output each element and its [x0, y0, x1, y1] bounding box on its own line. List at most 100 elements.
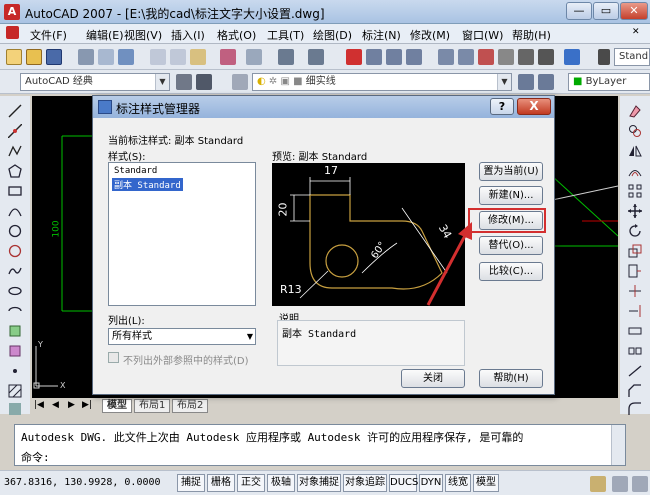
workspace-save-icon[interactable] [196, 74, 212, 90]
make-block-icon[interactable] [8, 344, 22, 358]
sheet-set-icon[interactable] [498, 49, 514, 65]
tab-nav-next-icon[interactable]: ▶ [68, 400, 75, 410]
tab-layout2[interactable]: 布局2 [172, 399, 209, 413]
plot-preview-icon[interactable] [98, 49, 114, 65]
status-dyn-button[interactable]: DYN [419, 474, 443, 492]
status-polar-button[interactable]: 极轴 [267, 474, 295, 492]
status-osnap-button[interactable]: 对象捕捉 [297, 474, 341, 492]
zoom-window-icon[interactable] [386, 49, 402, 65]
pan-icon[interactable] [346, 49, 362, 65]
ellipse-arc-icon[interactable] [8, 304, 22, 318]
rectangle-icon[interactable] [8, 184, 22, 198]
design-center-icon[interactable] [458, 49, 474, 65]
copy-icon[interactable] [170, 49, 186, 65]
menu-dimension[interactable]: 标注(N) [362, 27, 401, 43]
polyline-icon[interactable] [8, 144, 22, 158]
status-model-button[interactable]: 模型 [473, 474, 499, 492]
command-window[interactable]: Autodesk DWG. 此文件上次由 Autodesk 应用程序或 Auto… [14, 424, 626, 466]
close-button[interactable]: 关闭 [401, 369, 465, 388]
text-style-icon[interactable] [598, 49, 610, 65]
join-icon[interactable] [628, 364, 642, 378]
markup-icon[interactable] [518, 49, 534, 65]
status-lineweight-button[interactable]: 线宽 [445, 474, 471, 492]
open-folder-icon[interactable] [26, 49, 42, 65]
document-icon[interactable] [6, 26, 19, 39]
override-style-button[interactable]: 替代(O)... [479, 236, 543, 255]
break-at-point-icon[interactable] [628, 324, 642, 338]
status-grid-button[interactable]: 栅格 [207, 474, 235, 492]
fillet-icon[interactable] [628, 402, 642, 416]
command-prompt[interactable]: 命令: [21, 449, 50, 465]
scale-icon[interactable] [628, 244, 642, 258]
tab-nav-prev-icon[interactable]: ◀ [52, 400, 59, 410]
status-ortho-button[interactable]: 正交 [237, 474, 265, 492]
modify-style-button[interactable]: 修改(M)... [479, 211, 543, 230]
polygon-icon[interactable] [8, 164, 22, 178]
line-icon[interactable] [8, 104, 22, 118]
style-list-item-copy-standard[interactable]: 副本 Standard [112, 178, 183, 191]
layer-manager-icon[interactable] [232, 74, 248, 90]
trim-icon[interactable] [628, 284, 642, 298]
properties-icon[interactable] [438, 49, 454, 65]
publish-icon[interactable] [118, 49, 134, 65]
menu-edit[interactable]: 编辑(E) [86, 27, 124, 43]
workspace-combo[interactable]: AutoCAD 经典 ▼ [20, 73, 170, 91]
block-editor-icon[interactable] [246, 49, 262, 65]
color-combo[interactable]: ■ ByLayer [568, 73, 650, 91]
menu-modify[interactable]: 修改(M) [410, 27, 450, 43]
menu-view[interactable]: 视图(V) [124, 27, 162, 43]
zoom-previous-icon[interactable] [406, 49, 422, 65]
break-icon[interactable] [628, 344, 642, 358]
compare-style-button[interactable]: 比较(C)... [479, 262, 543, 281]
circle-icon[interactable] [8, 224, 22, 238]
arc-icon[interactable] [8, 204, 22, 218]
xref-checkbox[interactable] [108, 352, 119, 363]
menu-format[interactable]: 格式(O) [217, 27, 256, 43]
menu-file[interactable]: 文件(F) [30, 27, 67, 43]
paste-icon[interactable] [190, 49, 206, 65]
tab-model[interactable]: 模型 [102, 399, 132, 413]
help-icon[interactable] [564, 49, 580, 65]
status-otrack-button[interactable]: 对象追踪 [343, 474, 387, 492]
tab-layout1[interactable]: 布局1 [134, 399, 171, 413]
lock-toolbar-icon[interactable] [612, 476, 628, 492]
dialog-close-button[interactable]: X [517, 98, 551, 115]
menu-tools[interactable]: 工具(T) [267, 27, 304, 43]
construction-line-icon[interactable] [7, 123, 23, 139]
menu-draw[interactable]: 绘图(D) [313, 27, 352, 43]
save-icon[interactable] [46, 49, 62, 65]
autocad-app-icon[interactable]: A [4, 4, 20, 20]
layer-combo[interactable]: ◐ ✲ ▣ ■ 细实线 ▼ [252, 73, 512, 91]
insert-block-icon[interactable] [8, 324, 22, 338]
command-scrollbar[interactable] [611, 425, 625, 465]
extend-icon[interactable] [628, 304, 642, 318]
array-icon[interactable] [628, 184, 642, 198]
zoom-realtime-icon[interactable] [366, 49, 382, 65]
menu-help[interactable]: 帮助(H) [512, 27, 551, 43]
menu-window[interactable]: 窗口(W) [462, 27, 503, 43]
move-icon[interactable] [628, 204, 642, 218]
menu-close-doc[interactable]: ✕ [632, 27, 640, 37]
new-style-button[interactable]: 新建(N)... [479, 186, 543, 205]
tab-nav-last-icon[interactable]: ▶| [82, 400, 92, 410]
help-button[interactable]: 帮助(H) [479, 369, 543, 388]
dialog-titlebar[interactable]: 标注样式管理器 ? X [93, 96, 554, 118]
tab-nav-first-icon[interactable]: |◀ [34, 400, 44, 410]
print-icon[interactable] [78, 49, 94, 65]
status-ducs-button[interactable]: DUCS [389, 474, 418, 492]
point-icon[interactable] [8, 364, 22, 378]
calculator-icon[interactable] [538, 49, 554, 65]
text-style-combo[interactable]: Stand [614, 48, 650, 66]
tool-palettes-icon[interactable] [478, 49, 494, 65]
menu-insert[interactable]: 插入(I) [171, 27, 205, 43]
make-current-layer-icon[interactable] [518, 74, 534, 90]
match-properties-icon[interactable] [220, 49, 236, 65]
communication-center-icon[interactable] [590, 476, 606, 492]
rotate-icon[interactable] [628, 224, 642, 238]
style-list-item-standard[interactable]: Standard [112, 166, 159, 176]
gradient-icon[interactable] [8, 402, 22, 416]
minimize-button[interactable]: — [566, 2, 592, 20]
spline-icon[interactable] [8, 264, 22, 278]
revision-cloud-icon[interactable] [8, 244, 22, 258]
offset-icon[interactable] [628, 164, 642, 178]
